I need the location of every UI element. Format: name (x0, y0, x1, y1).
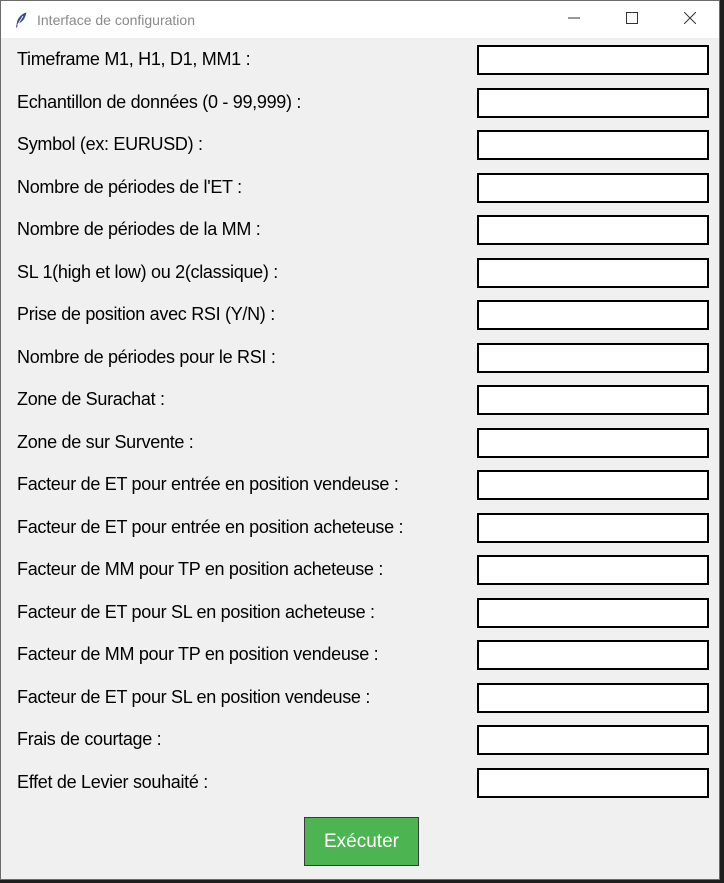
maximize-button[interactable] (603, 1, 661, 38)
field-row: Nombre de périodes de la MM : (1, 209, 719, 251)
field-label-rsi-position: Prise de position avec RSI (Y/N) : (17, 304, 275, 324)
field-row: Frais de courtage : (1, 719, 719, 761)
rsi-position-input[interactable] (477, 300, 709, 330)
title-bar[interactable]: Interface de configuration (1, 1, 719, 38)
field-row: Facteur de MM pour TP en position achete… (1, 549, 719, 591)
brokerage-input[interactable] (477, 725, 709, 755)
sample-input[interactable] (477, 87, 709, 118)
rsi-periods-input[interactable] (477, 342, 709, 373)
field-row: Timeframe M1, H1, D1, MM1 : (1, 39, 719, 81)
mm-sell-tp-input[interactable] (477, 640, 709, 670)
field-label-et-buy-sl: Facteur de ET pour SL en position achete… (17, 601, 375, 622)
field-row: Prise de position avec RSI (Y/N) : (1, 294, 719, 336)
execute-button[interactable]: Exécuter (304, 817, 419, 866)
field-row: Zone de Surachat : (1, 379, 719, 421)
mm-periods-input[interactable] (477, 215, 709, 245)
field-label-et-sell-entry: Facteur de ET pour entrée en position ve… (17, 474, 399, 494)
sl-mode-input[interactable] (477, 257, 709, 288)
leverage-input[interactable] (477, 767, 709, 798)
field-label-oversold: Zone de sur Survente : (17, 431, 194, 452)
feather-icon (13, 12, 29, 28)
minimize-button[interactable] (545, 1, 603, 38)
field-label-mm-periods: Nombre de périodes de la MM : (17, 219, 261, 239)
field-row: Facteur de ET pour SL en position vendeu… (1, 677, 719, 719)
field-label-mm-buy-tp: Facteur de MM pour TP en position achete… (17, 559, 384, 579)
field-label-mm-sell-tp: Facteur de MM pour TP en position vendeu… (17, 644, 379, 664)
et-periods-input[interactable] (477, 172, 709, 203)
field-label-timeframe: Timeframe M1, H1, D1, MM1 : (17, 49, 251, 69)
field-row: Facteur de ET pour entrée en position ve… (1, 464, 719, 506)
et-buy-entry-input[interactable] (477, 512, 709, 543)
field-label-sample: Echantillon de données (0 - 99,999) : (17, 91, 302, 112)
maximize-icon (626, 11, 638, 29)
field-label-brokerage: Frais de courtage : (17, 729, 162, 749)
window-title: Interface de configuration (37, 11, 195, 28)
field-label-et-periods: Nombre de périodes de l'ET : (17, 176, 242, 197)
field-row: Nombre de périodes pour le RSI : (1, 337, 719, 379)
close-icon (683, 11, 697, 29)
et-sell-sl-input[interactable] (477, 682, 709, 713)
field-row: Effet de Levier souhaité : (1, 762, 719, 804)
minimize-icon (568, 11, 580, 29)
oversold-input[interactable] (477, 427, 709, 458)
field-label-rsi-periods: Nombre de périodes pour le RSI : (17, 346, 276, 367)
field-row: Zone de sur Survente : (1, 422, 719, 464)
field-label-leverage: Effet de Levier souhaité : (17, 771, 209, 792)
overbought-input[interactable] (477, 385, 709, 415)
config-window: Interface de configuration Timeframe M1,… (0, 0, 720, 880)
field-row: Facteur de MM pour TP en position vendeu… (1, 634, 719, 676)
field-label-sl-mode: SL 1(high et low) ou 2(classique) : (17, 261, 278, 282)
mm-buy-tp-input[interactable] (477, 555, 709, 585)
close-button[interactable] (661, 1, 719, 38)
field-row: Echantillon de données (0 - 99,999) : (1, 82, 719, 124)
field-label-overbought: Zone de Surachat : (17, 389, 165, 409)
symbol-input[interactable] (477, 130, 709, 160)
field-row: Symbol (ex: EURUSD) : (1, 124, 719, 166)
field-row: Nombre de périodes de l'ET : (1, 167, 719, 209)
field-row: Facteur de ET pour SL en position achete… (1, 592, 719, 634)
et-sell-entry-input[interactable] (477, 470, 709, 500)
field-row: SL 1(high et low) ou 2(classique) : (1, 252, 719, 294)
field-label-symbol: Symbol (ex: EURUSD) : (17, 134, 203, 154)
window-controls (545, 1, 719, 38)
et-buy-sl-input[interactable] (477, 597, 709, 628)
field-label-et-buy-entry: Facteur de ET pour entrée en position ac… (17, 516, 404, 537)
field-label-et-sell-sl: Facteur de ET pour SL en position vendeu… (17, 686, 371, 707)
field-row: Facteur de ET pour entrée en position ac… (1, 507, 719, 549)
timeframe-input[interactable] (477, 45, 709, 75)
